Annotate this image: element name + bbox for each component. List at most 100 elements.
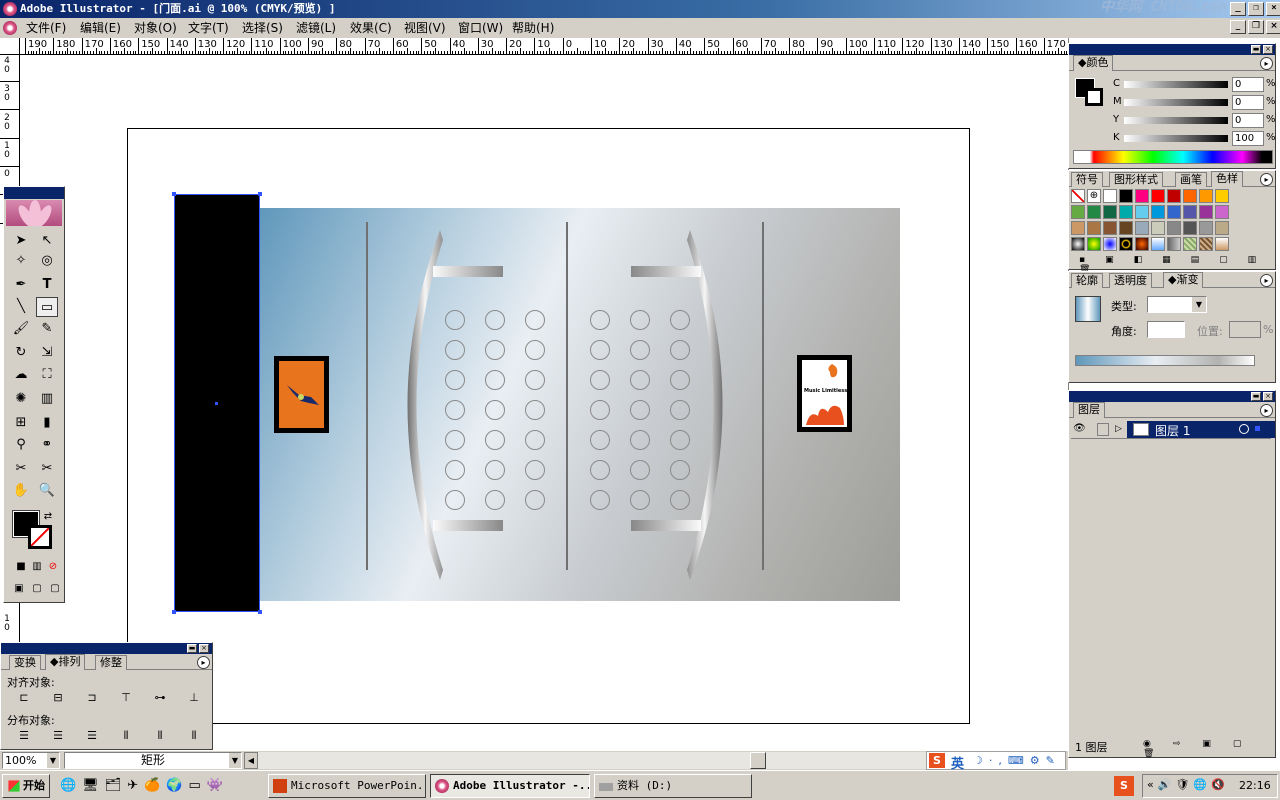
panel-close-button[interactable]: × bbox=[1263, 392, 1273, 401]
door-circle[interactable] bbox=[445, 430, 465, 450]
scroll-left-icon[interactable]: ◀ bbox=[244, 752, 258, 769]
pattern-swatch[interactable] bbox=[1215, 237, 1229, 251]
door-circle[interactable] bbox=[590, 370, 610, 390]
tab-brushes[interactable]: 画笔 bbox=[1175, 172, 1207, 187]
door-circle[interactable] bbox=[485, 310, 505, 330]
door-circle[interactable] bbox=[525, 430, 545, 450]
close-button[interactable]: × bbox=[1266, 2, 1280, 16]
minimize-button[interactable]: _ bbox=[1230, 2, 1246, 16]
door-circle[interactable] bbox=[445, 460, 465, 480]
door-circle[interactable] bbox=[590, 460, 610, 480]
door-circle[interactable] bbox=[670, 400, 690, 420]
swatch-none[interactable] bbox=[1071, 189, 1085, 203]
gradient-angle-input[interactable] bbox=[1147, 321, 1185, 338]
tab-align[interactable]: ◆排列 bbox=[45, 654, 86, 670]
black-slider[interactable]: K 100% bbox=[1069, 130, 1276, 148]
color-swatch[interactable] bbox=[1215, 189, 1229, 203]
door-circle[interactable] bbox=[590, 310, 610, 330]
door-circle[interactable] bbox=[445, 490, 465, 510]
align-bottom-icon[interactable]: ⊥ bbox=[183, 689, 205, 707]
doc-restore-button[interactable]: ❐ bbox=[1248, 20, 1264, 34]
door-circle[interactable] bbox=[485, 340, 505, 360]
panel-menu-icon[interactable]: ▸ bbox=[197, 656, 210, 669]
target-icon[interactable] bbox=[1239, 424, 1249, 434]
pattern-swatch[interactable] bbox=[1183, 237, 1197, 251]
door-circle[interactable] bbox=[670, 370, 690, 390]
none-mode-icon[interactable]: ⊘ bbox=[42, 557, 64, 577]
quick-launch-bar[interactable]: 🌐🖥🗂✈🍊🌍▭👾 bbox=[60, 775, 260, 797]
divider-line[interactable] bbox=[366, 222, 368, 570]
door-circle[interactable] bbox=[590, 430, 610, 450]
align-right-icon[interactable]: ⊐ bbox=[81, 689, 103, 707]
rectangle-tool-icon[interactable]: ▭ bbox=[36, 297, 58, 317]
panel-close-button[interactable]: × bbox=[1263, 45, 1273, 54]
door-circle[interactable] bbox=[590, 340, 610, 360]
color-swatch[interactable] bbox=[1103, 189, 1117, 203]
menu-help[interactable]: 帮助(H) bbox=[512, 18, 554, 38]
door-circle[interactable] bbox=[630, 400, 650, 420]
slice-tool-icon[interactable]: ✂ bbox=[10, 459, 32, 479]
distribute-left-icon[interactable]: ⫴ bbox=[115, 727, 137, 745]
panel-menu-icon[interactable]: ▸ bbox=[1260, 274, 1273, 287]
pattern-swatch[interactable] bbox=[1151, 237, 1165, 251]
color-swatch[interactable] bbox=[1087, 205, 1101, 219]
menu-file[interactable]: 文件(F) bbox=[26, 18, 66, 38]
sogou-tray-icon[interactable]: S bbox=[1114, 776, 1134, 796]
color-swatch[interactable] bbox=[1135, 189, 1149, 203]
door-handle-bar[interactable] bbox=[631, 266, 701, 277]
color-swatch[interactable] bbox=[1183, 221, 1197, 235]
panel-minimize-button[interactable]: ▬ bbox=[187, 644, 197, 653]
door-circle[interactable] bbox=[630, 430, 650, 450]
selected-black-rectangle[interactable] bbox=[172, 192, 262, 614]
color-swatch[interactable] bbox=[1135, 221, 1149, 235]
scissors-tool-icon[interactable]: ✂ bbox=[36, 459, 58, 479]
door-circle[interactable] bbox=[485, 370, 505, 390]
color-spectrum-bar[interactable] bbox=[1073, 150, 1273, 164]
selection-handle[interactable] bbox=[172, 610, 176, 614]
yellow-slider[interactable]: Y 0% bbox=[1069, 112, 1276, 130]
selection-handle[interactable] bbox=[258, 192, 262, 196]
swap-colors-icon[interactable]: ⇄ bbox=[42, 507, 54, 527]
hand-tool-icon[interactable]: ✋ bbox=[10, 481, 32, 501]
pattern-swatch[interactable] bbox=[1087, 237, 1101, 251]
color-swatch[interactable] bbox=[1071, 221, 1085, 235]
pattern-swatch[interactable] bbox=[1167, 237, 1181, 251]
horizontal-scrollbar-thumb[interactable] bbox=[750, 752, 766, 769]
divider-line[interactable] bbox=[566, 222, 568, 570]
door-circle[interactable] bbox=[630, 370, 650, 390]
door-circle[interactable] bbox=[485, 400, 505, 420]
distribute-h-center-icon[interactable]: ⫴ bbox=[149, 727, 171, 745]
door-circle[interactable] bbox=[445, 400, 465, 420]
panel-minimize-button[interactable]: ▬ bbox=[1251, 45, 1261, 54]
tab-swatches[interactable]: 色样 bbox=[1211, 171, 1243, 187]
blend-tool-icon[interactable]: ⚭ bbox=[36, 435, 58, 455]
door-circle[interactable] bbox=[630, 490, 650, 510]
color-swatch[interactable] bbox=[1183, 189, 1197, 203]
panel-menu-icon[interactable]: ▸ bbox=[1260, 173, 1273, 186]
ime-toolbar[interactable]: S 英 ☽·,⌨⚙✎ bbox=[926, 751, 1066, 772]
layers-toolbar[interactable]: ◉⇨▣▢🗑 bbox=[1143, 739, 1275, 759]
door-circle[interactable] bbox=[630, 460, 650, 480]
expand-triangle-icon[interactable]: ▷ bbox=[1115, 424, 1122, 434]
layer-name[interactable]: 图层 1 bbox=[1155, 422, 1190, 439]
line-tool-icon[interactable]: ╲ bbox=[10, 297, 32, 317]
magic-wand-tool-icon[interactable]: ✧ bbox=[10, 251, 32, 271]
color-swatch[interactable] bbox=[1151, 221, 1165, 235]
flower-logo[interactable] bbox=[6, 200, 62, 226]
color-swatch[interactable] bbox=[1119, 221, 1133, 235]
color-swatch[interactable] bbox=[1151, 189, 1165, 203]
gradient-position-input[interactable] bbox=[1229, 321, 1261, 338]
align-h-center-icon[interactable]: ⊟ bbox=[47, 689, 69, 707]
full-screen-mode-icon[interactable]: ▢ bbox=[44, 579, 66, 599]
tab-color[interactable]: ◆颜色 bbox=[1073, 55, 1114, 71]
door-circle[interactable] bbox=[670, 340, 690, 360]
tab-gradient[interactable]: ◆渐变 bbox=[1163, 272, 1204, 288]
menu-view[interactable]: 视图(V) bbox=[404, 18, 446, 38]
door-circle[interactable] bbox=[525, 490, 545, 510]
poster-music[interactable]: Music Limitless bbox=[797, 355, 852, 432]
tab-symbols[interactable]: 符号 bbox=[1071, 172, 1103, 187]
mesh-tool-icon[interactable]: ⊞ bbox=[10, 413, 32, 433]
door-circle[interactable] bbox=[525, 460, 545, 480]
tab-graphic-styles[interactable]: 图形样式 bbox=[1109, 172, 1163, 187]
color-swatch[interactable] bbox=[1167, 205, 1181, 219]
